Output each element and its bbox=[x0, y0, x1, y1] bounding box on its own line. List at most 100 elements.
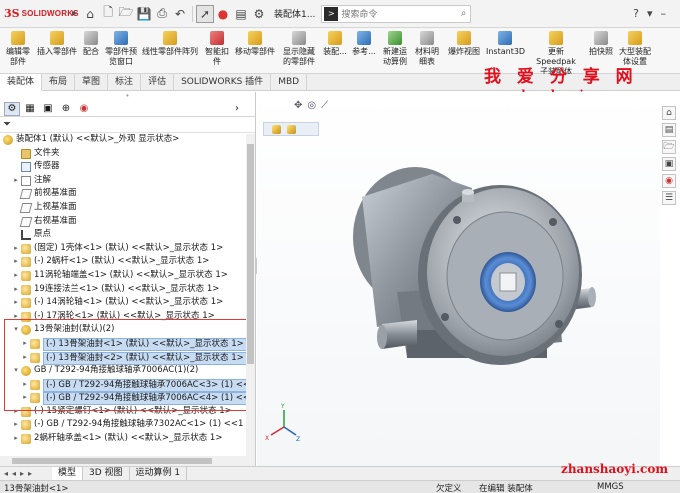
configuration-manager-tab-icon[interactable]: ▣ bbox=[40, 102, 56, 116]
tree-item[interactable]: ▸ 2蜗杆轴承盖<1> (默认) <<默认>_显示状态 1> bbox=[0, 432, 255, 446]
ribbon-button-1[interactable]: 插入零部件 bbox=[36, 31, 78, 57]
custom-properties-icon[interactable]: ☰ bbox=[662, 191, 676, 205]
file-explorer-icon[interactable]: 🗁 bbox=[662, 140, 676, 154]
tree-item[interactable]: ▸ (-) 17涡轮<1> (默认) <<默认>_显示状态 1> bbox=[0, 310, 255, 324]
home-icon[interactable]: ⌂ bbox=[81, 5, 99, 23]
open-icon[interactable]: 🗁 bbox=[117, 5, 135, 23]
expand-arrow-icon[interactable]: ▸ bbox=[12, 283, 20, 297]
ribbon-button-3[interactable]: 零部件预 览窗口 bbox=[104, 31, 138, 67]
tree-item[interactable]: 文件夹 bbox=[0, 147, 255, 161]
ribbon-button-2[interactable]: 配合 bbox=[80, 31, 102, 57]
tree-root-assembly[interactable]: 装配体1 (默认) <<默认>_外观 显示状态> bbox=[0, 133, 255, 147]
tree-item[interactable]: ▸ 注解 bbox=[0, 174, 255, 188]
ribbon-button-8[interactable]: 装配... bbox=[322, 31, 348, 57]
command-tab-3[interactable]: 标注 bbox=[108, 74, 142, 91]
ribbon-button-13[interactable]: Instant3D bbox=[486, 31, 525, 57]
ribbon-button-5[interactable]: 智能扣件 bbox=[203, 31, 231, 67]
tree-item[interactable]: ▸ (-) GB / T292-94角接触球轴承7006AC<4> (1) <<1 bbox=[0, 391, 255, 406]
tab-model[interactable]: 模型 bbox=[52, 467, 84, 480]
tree-item[interactable]: ▸ (-) 13骨架油封<1> (默认) <<默认>_显示状态 1> bbox=[0, 337, 255, 351]
tree-item[interactable]: ▸ (-) 14涡轮轴<1> (默认) <<默认>_显示状态 1> bbox=[0, 296, 255, 310]
expand-arrow-icon[interactable]: ▸ bbox=[12, 405, 20, 419]
feature-tree-tab-icon[interactable]: ⚙ bbox=[4, 101, 20, 116]
tree-item[interactable]: ▸ (-) 13骨架油封<2> (默认) <<默认>_显示状态 1> bbox=[0, 351, 255, 365]
ribbon-button-9[interactable]: 参考... bbox=[351, 31, 377, 57]
tree-item[interactable]: ▾ 13骨架油封(默认)(2) bbox=[0, 323, 255, 337]
tree-item[interactable]: ▸ (-) 2蜗杆<1> (默认) <<默认>_显示状态 1> bbox=[0, 255, 255, 269]
tree-flyout-pill[interactable] bbox=[263, 122, 319, 136]
ribbon-button-7[interactable]: 显示隐藏 的零部件 bbox=[279, 31, 319, 67]
expand-arrow-icon[interactable]: ▸ bbox=[12, 432, 20, 446]
graphics-viewport[interactable]: Y X Z bbox=[257, 92, 660, 466]
filter-icon[interactable]: ⏷ bbox=[3, 119, 11, 130]
undo-icon[interactable]: ↶ bbox=[171, 5, 189, 23]
ribbon-button-12[interactable]: 爆炸视图 bbox=[446, 31, 482, 57]
ribbon-button-10[interactable]: 新建运 动算例 bbox=[381, 31, 409, 67]
more-tabs-icon[interactable]: › bbox=[229, 102, 245, 116]
tree-item[interactable]: ▸ (固定) 1壳体<1> (默认) <<默认>_显示状态 1> bbox=[0, 242, 255, 256]
ribbon-button-6[interactable]: 移动零部件 bbox=[234, 31, 276, 57]
expand-arrow-icon[interactable]: ▸ bbox=[12, 242, 20, 256]
collapse-arrow-icon[interactable]: ▾ bbox=[12, 323, 20, 337]
command-tab-0[interactable]: 装配体 bbox=[0, 74, 43, 91]
home-resources-icon[interactable]: ⌂ bbox=[662, 106, 676, 120]
traffic-light-icon[interactable]: ● bbox=[214, 5, 232, 23]
expand-arrow-icon[interactable]: ▸ bbox=[12, 255, 20, 269]
panel-handle[interactable]: • bbox=[0, 92, 255, 101]
solidworks-logo[interactable]: 3S SOLIDWORKS bbox=[4, 7, 79, 20]
tree-item[interactable]: 传感器 bbox=[0, 160, 255, 174]
tab-nav-arrows[interactable]: ◂◂▸▸ bbox=[0, 469, 52, 478]
select-pointer-icon[interactable]: ➚ bbox=[196, 4, 215, 23]
search-icon[interactable]: ⌕ bbox=[461, 8, 467, 19]
ribbon-button-4[interactable]: 线性零部件阵列 bbox=[140, 31, 200, 57]
tree-horizontal-scrollbar[interactable] bbox=[0, 456, 247, 466]
tab-motion-study[interactable]: 运动算例 1 bbox=[130, 467, 188, 480]
view-palette-icon[interactable]: ▣ bbox=[662, 157, 676, 171]
tree-item[interactable]: ▸ (-) 15紧定螺钉<1> (默认) <<默认>_显示状态 1> bbox=[0, 405, 255, 419]
command-tab-6[interactable]: MBD bbox=[271, 74, 308, 91]
design-library-icon[interactable]: ▤ bbox=[662, 123, 676, 137]
expand-arrow-icon[interactable]: ▸ bbox=[21, 378, 29, 392]
expand-arrow-icon[interactable]: ▸ bbox=[21, 337, 29, 351]
command-tab-1[interactable]: 布局 bbox=[42, 74, 76, 91]
tree-filter[interactable]: ⏷ bbox=[0, 117, 255, 133]
menu-expand-icon[interactable]: ▸ bbox=[72, 8, 77, 19]
window-controls[interactable]: ?▾– bbox=[633, 7, 674, 20]
expand-arrow-icon[interactable]: ▸ bbox=[12, 296, 20, 310]
tree-item[interactable]: ▾ GB / T292-94角接触球轴承7006AC(1)(2) bbox=[0, 364, 255, 378]
tree-item[interactable]: 前视基准面 bbox=[0, 187, 255, 201]
expand-arrow-icon[interactable]: ▸ bbox=[12, 418, 20, 432]
expand-arrow-icon[interactable]: ▸ bbox=[21, 391, 29, 405]
command-tab-5[interactable]: SOLIDWORKS 插件 bbox=[174, 74, 272, 91]
tree-item[interactable]: 上视基准面 bbox=[0, 201, 255, 215]
appearances-icon[interactable]: ◉ bbox=[662, 174, 676, 188]
tree-item[interactable]: ▸ 11涡轮轴端盖<1> (默认) <<默认>_显示状态 1> bbox=[0, 269, 255, 283]
expand-arrow-icon[interactable]: ▸ bbox=[12, 269, 20, 283]
tree-item[interactable]: ▸ (-) GB / T292-94角接触球轴承7302AC<1> (1) <<1 bbox=[0, 418, 255, 432]
ribbon-button-11[interactable]: 材料明 细表 bbox=[413, 31, 441, 67]
tab-3d-views[interactable]: 3D 视图 bbox=[83, 467, 130, 480]
tree-item[interactable]: ▸ (-) GB / T292-94角接触球轴承7006AC<3> (1) <<1 bbox=[0, 378, 255, 392]
save-icon[interactable]: 💾 bbox=[135, 5, 153, 23]
expand-arrow-icon[interactable]: ▸ bbox=[12, 174, 20, 188]
options-gear-icon[interactable]: ⚙ bbox=[250, 5, 268, 23]
new-doc-icon[interactable]: 🗋 bbox=[99, 5, 117, 23]
ribbon-button-0[interactable]: 编辑零 部件 bbox=[4, 31, 32, 67]
tree-vertical-scrollbar[interactable] bbox=[246, 134, 255, 466]
dimxpert-tab-icon[interactable]: ⊕ bbox=[58, 102, 74, 116]
tree-item[interactable]: ▸ 19连接法兰<1> (默认) <<默认>_显示状态 1> bbox=[0, 283, 255, 297]
property-manager-tab-icon[interactable]: ▦ bbox=[22, 102, 38, 116]
ribbon-button-15[interactable]: 拍快照 bbox=[588, 31, 614, 57]
expand-arrow-icon[interactable]: ▸ bbox=[21, 351, 29, 365]
collapse-arrow-icon[interactable]: ▾ bbox=[12, 364, 20, 378]
tree-item[interactable]: 右视基准面 bbox=[0, 215, 255, 229]
gearbox-model-render[interactable]: Y X Z bbox=[257, 92, 660, 466]
command-tab-4[interactable]: 评估 bbox=[141, 74, 175, 91]
tree-item[interactable]: 原点 bbox=[0, 228, 255, 242]
heads-up-view-toolbar[interactable]: ✥◎⟋ bbox=[294, 100, 333, 111]
display-manager-tab-icon[interactable]: ◉ bbox=[76, 102, 92, 116]
command-tab-2[interactable]: 草图 bbox=[75, 74, 109, 91]
print-icon[interactable]: ⎙ bbox=[153, 5, 171, 23]
search-commands-input[interactable]: > 搜索命令 ⌕ bbox=[321, 4, 472, 23]
expand-arrow-icon[interactable]: ▸ bbox=[12, 310, 20, 324]
